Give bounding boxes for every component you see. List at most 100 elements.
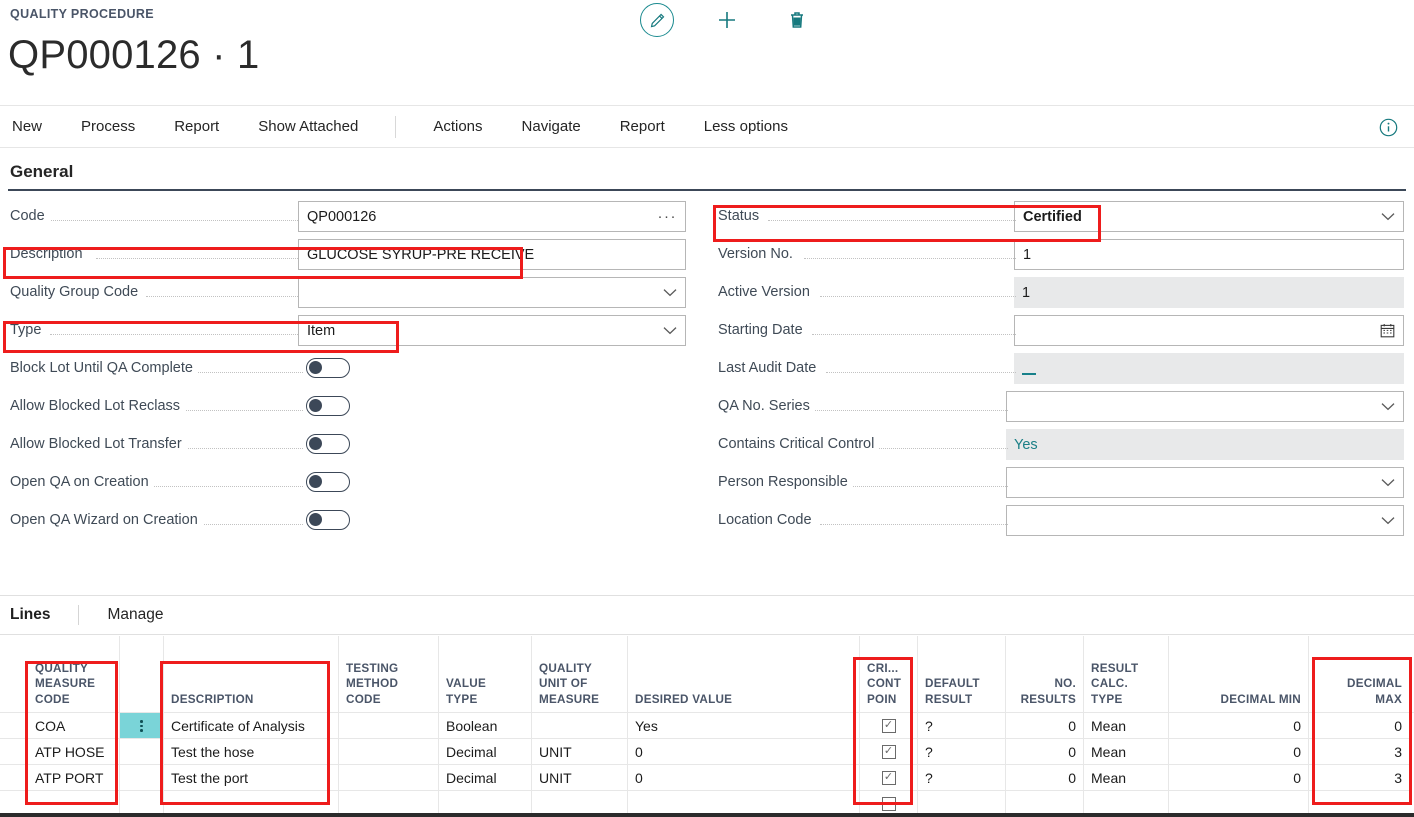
cell-no-results[interactable]: 0 — [1006, 713, 1084, 739]
cell-description[interactable]: Certificate of Analysis — [164, 713, 339, 739]
cell-value-type[interactable]: Decimal — [439, 765, 532, 791]
ribbon-item-less-options[interactable]: Less options — [702, 114, 790, 139]
cell-uom[interactable]: UNIT — [532, 765, 628, 791]
table-row[interactable]: COA Certificate of Analysis Boolean Yes … — [0, 712, 1414, 739]
chevron-down-icon[interactable] — [1381, 212, 1395, 221]
cell-testing-method[interactable] — [339, 713, 439, 739]
row-options-icon[interactable] — [120, 713, 163, 739]
col-critical-control-point[interactable]: CRI... CONT POIN — [860, 636, 918, 712]
col-result-calc-type[interactable]: RESULT CALC. TYPE — [1084, 636, 1169, 712]
cell-quality-measure-code[interactable]: ATP HOSE — [28, 739, 120, 765]
col-value-type[interactable]: VALUE TYPE — [439, 636, 532, 712]
cell-decimal-max[interactable]: 3 — [1309, 739, 1409, 765]
cell-value-type[interactable]: Boolean — [439, 713, 532, 739]
location-code-dropdown[interactable] — [1006, 505, 1404, 536]
cell-quality-measure-code[interactable]: COA — [28, 713, 120, 739]
cell-default-result[interactable]: ? — [918, 765, 1006, 791]
cell-row-handle[interactable] — [120, 739, 164, 765]
quality-group-code-dropdown[interactable] — [298, 277, 686, 308]
cell-default-result[interactable]: ? — [918, 713, 1006, 739]
cell-description[interactable]: Test the port — [164, 765, 339, 791]
code-input-value[interactable]: QP000126 — [307, 209, 376, 225]
type-value[interactable]: Item — [307, 323, 335, 339]
chevron-down-icon[interactable] — [1381, 478, 1395, 487]
allow-transfer-toggle[interactable] — [306, 434, 350, 465]
description-input-wrap[interactable]: GLUCOSE SYRUP-PRE RECEIVE — [298, 239, 686, 270]
person-responsible-dropdown[interactable] — [1006, 467, 1404, 498]
cell-testing-method[interactable] — [339, 739, 439, 765]
cell-decimal-min[interactable]: 0 — [1169, 765, 1309, 791]
cell-description[interactable]: Test the hose — [164, 739, 339, 765]
chevron-down-icon[interactable] — [1381, 402, 1395, 411]
tab-manage[interactable]: Manage — [107, 606, 163, 624]
open-qa-wizard-toggle[interactable] — [306, 510, 350, 541]
ribbon-item-actions[interactable]: Actions — [431, 114, 484, 139]
allow-reclass-toggle[interactable] — [306, 396, 350, 427]
checkbox-unchecked-icon[interactable] — [882, 797, 896, 811]
col-description[interactable]: DESCRIPTION — [164, 636, 339, 712]
lookup-ellipsis-icon[interactable]: ··· — [658, 208, 678, 225]
cell-no-results[interactable]: 0 — [1006, 739, 1084, 765]
cell-result-calc-type[interactable]: Mean — [1084, 713, 1169, 739]
open-qa-toggle[interactable] — [306, 472, 350, 503]
cell-row-handle[interactable] — [120, 713, 164, 739]
calendar-icon[interactable] — [1380, 323, 1395, 338]
trash-icon[interactable] — [780, 3, 814, 37]
ribbon-item-navigate[interactable]: Navigate — [520, 114, 583, 139]
table-row[interactable]: ATP PORT Test the port Decimal UNIT 0 ✓ … — [0, 765, 1414, 791]
description-input-value[interactable]: GLUCOSE SYRUP-PRE RECEIVE — [307, 247, 534, 263]
col-no-results[interactable]: NO. RESULTS — [1006, 636, 1084, 712]
cell-testing-method[interactable] — [339, 765, 439, 791]
checkbox-checked-icon[interactable]: ✓ — [882, 719, 896, 733]
pencil-icon[interactable] — [640, 3, 674, 37]
starting-date-input[interactable] — [1014, 315, 1404, 346]
col-testing-method-code[interactable]: TESTING METHOD CODE — [339, 636, 439, 712]
cell-value-type[interactable]: Decimal — [439, 739, 532, 765]
tab-lines[interactable]: Lines — [10, 606, 50, 624]
cell-uom[interactable]: UNIT — [532, 739, 628, 765]
status-dropdown[interactable]: Certified — [1014, 201, 1404, 232]
cell-result-calc-type[interactable]: Mean — [1084, 765, 1169, 791]
chevron-down-icon[interactable] — [663, 326, 677, 335]
cell-desired-value[interactable]: 0 — [628, 765, 860, 791]
cell-critical-control-point[interactable]: ✓ — [860, 739, 918, 765]
cell-result-calc-type[interactable]: Mean — [1084, 739, 1169, 765]
cell-quality-measure-code[interactable]: ATP PORT — [28, 765, 120, 791]
status-value[interactable]: Certified — [1023, 209, 1082, 225]
ribbon-item-new[interactable]: New — [10, 114, 44, 139]
col-decimal-max[interactable]: DECIMAL MAX — [1309, 636, 1409, 712]
col-decimal-min[interactable]: DECIMAL MIN — [1169, 636, 1309, 712]
version-no-input[interactable]: 1 — [1014, 239, 1404, 270]
col-default-result[interactable]: DEFAULT RESULT — [918, 636, 1006, 712]
ribbon-item-process[interactable]: Process — [79, 114, 137, 139]
ribbon-item-report-2[interactable]: Report — [618, 114, 667, 139]
code-input-wrap[interactable]: QP000126 ··· — [298, 201, 686, 232]
cell-critical-control-point[interactable]: ✓ — [860, 713, 918, 739]
ribbon-item-report[interactable]: Report — [172, 114, 221, 139]
col-quality-unit-of-measure[interactable]: QUALITY UNIT OF MEASURE — [532, 636, 628, 712]
chevron-down-icon[interactable] — [663, 288, 677, 297]
ribbon-item-show-attached[interactable]: Show Attached — [256, 114, 360, 139]
table-row[interactable]: ATP HOSE Test the hose Decimal UNIT 0 ✓ … — [0, 739, 1414, 765]
cell-decimal-max[interactable]: 0 — [1309, 713, 1409, 739]
checkbox-checked-icon[interactable]: ✓ — [882, 745, 896, 759]
cell-desired-value[interactable]: 0 — [628, 739, 860, 765]
cell-decimal-min[interactable]: 0 — [1169, 713, 1309, 739]
col-desired-value[interactable]: DESIRED VALUE — [628, 636, 860, 712]
cell-decimal-min[interactable]: 0 — [1169, 739, 1309, 765]
checkbox-checked-icon[interactable]: ✓ — [882, 771, 896, 785]
cell-row-handle[interactable] — [120, 765, 164, 791]
plus-icon[interactable] — [710, 3, 744, 37]
block-lot-toggle[interactable] — [306, 358, 350, 389]
cell-critical-control-point[interactable]: ✓ — [860, 765, 918, 791]
qa-no-series-dropdown[interactable] — [1006, 391, 1404, 422]
cell-uom[interactable] — [532, 713, 628, 739]
cell-no-results[interactable]: 0 — [1006, 765, 1084, 791]
chevron-down-icon[interactable] — [1381, 516, 1395, 525]
col-quality-measure-code[interactable]: QUALITY MEASURE CODE — [28, 636, 120, 712]
cell-default-result[interactable]: ? — [918, 739, 1006, 765]
cell-desired-value[interactable]: Yes — [628, 713, 860, 739]
type-dropdown[interactable]: Item — [298, 315, 686, 346]
info-icon[interactable] — [1378, 117, 1399, 143]
version-no-value[interactable]: 1 — [1023, 247, 1031, 263]
